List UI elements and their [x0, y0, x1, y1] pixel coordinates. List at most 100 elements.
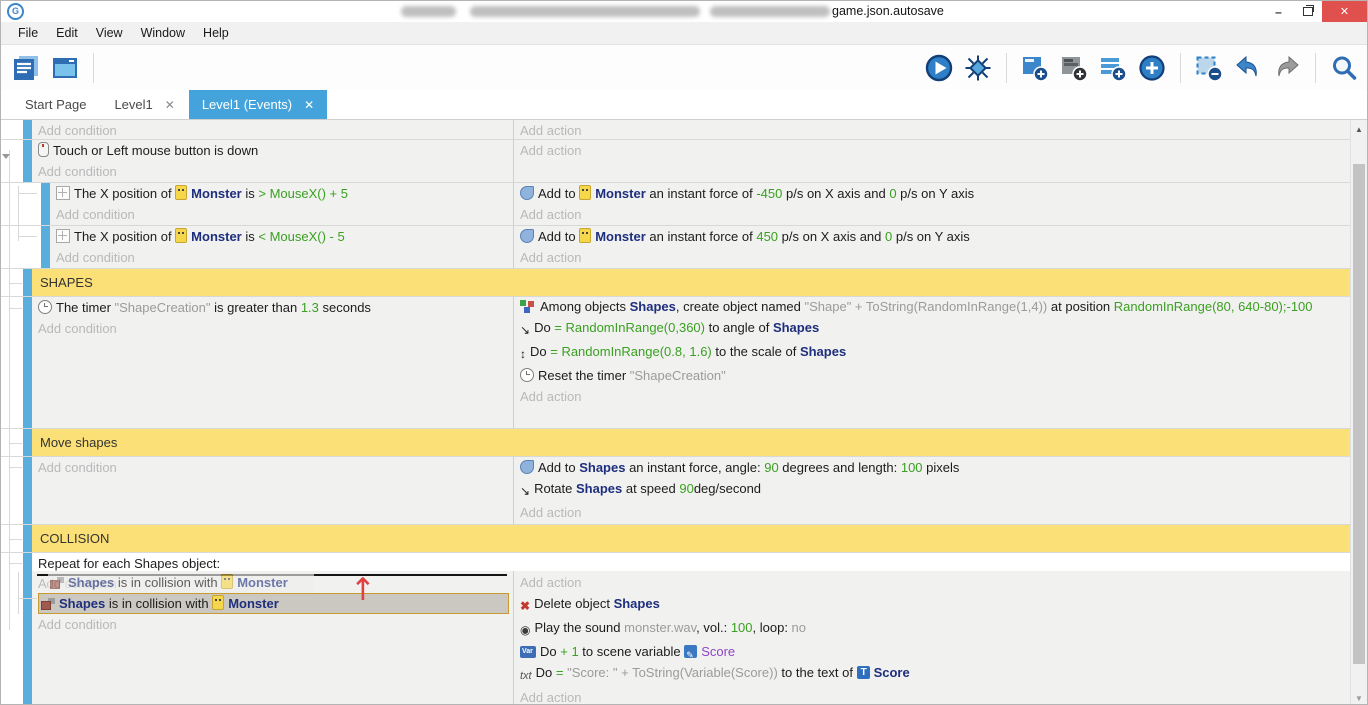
text-icon [520, 664, 532, 687]
condition-x-position-lt[interactable]: The X position of Monster is < MouseX() … [56, 226, 513, 247]
scroll-up-arrow-icon[interactable]: ▲ [1351, 122, 1367, 137]
play-icon[interactable] [924, 53, 954, 83]
event-select-handle[interactable] [23, 120, 32, 139]
menu-view[interactable]: View [87, 22, 132, 44]
add-sub-event-icon[interactable] [1059, 53, 1089, 83]
section-header-collision[interactable]: COLLISION [32, 525, 1350, 552]
condition-x-position-gt[interactable]: The X position of Monster is > MouseX() … [56, 183, 513, 204]
toolbar-separator [1315, 53, 1316, 83]
angle-icon [520, 480, 530, 502]
project-manager-icon[interactable] [11, 53, 41, 83]
event-select-handle[interactable] [23, 525, 32, 552]
section-header-shapes[interactable]: SHAPES [32, 269, 1350, 296]
add-condition-button[interactable]: Add condition [56, 247, 513, 268]
redo-icon[interactable] [1272, 53, 1302, 83]
condition-touch-mouse-down[interactable]: Touch or Left mouse button is down [38, 140, 513, 161]
add-action-button[interactable]: Add action [520, 247, 1350, 268]
section-row-collision: COLLISION [1, 525, 1350, 553]
condition-timer-shapecreation[interactable]: The timer "ShapeCreation" is greater tha… [38, 297, 513, 318]
event-row-shape-creation: The timer "ShapeCreation" is greater tha… [1, 297, 1350, 429]
condition-collision-selected[interactable]: Shapes is in collision with Monster [38, 593, 509, 614]
mouse-icon [38, 142, 49, 157]
title-bar: G game.json.autosave [1, 1, 1367, 22]
event-select-handle[interactable] [23, 297, 32, 428]
add-condition-button[interactable]: Add condition [38, 614, 513, 635]
add-condition-button[interactable]: Add condition [56, 204, 513, 225]
add-action-button[interactable]: Add action [520, 502, 1350, 523]
scroll-down-arrow-icon[interactable]: ▼ [1351, 691, 1367, 705]
add-condition-button[interactable]: Add condition [38, 457, 513, 478]
tab-close-icon[interactable] [304, 98, 314, 112]
menu-help[interactable]: Help [194, 22, 238, 44]
vertical-scrollbar[interactable]: ▲ ▼ [1350, 120, 1367, 705]
search-icon[interactable] [1329, 53, 1359, 83]
restore-button[interactable] [1293, 1, 1322, 22]
add-condition-button[interactable]: Add condition [38, 120, 513, 141]
scene-editor-icon[interactable] [50, 53, 80, 83]
create-icon [520, 300, 536, 313]
add-new-icon[interactable] [1137, 53, 1167, 83]
debug-icon[interactable] [963, 53, 993, 83]
force-icon [520, 460, 534, 474]
action-shapes-force[interactable]: Add to Shapes an instant force, angle: 9… [520, 457, 1350, 478]
repeat-header[interactable]: Repeat for each Shapes object: [32, 553, 1350, 571]
condition-collision-ghost: Shapes is in collision with Monster [48, 573, 314, 593]
section-header-move[interactable]: Move shapes [32, 429, 1350, 456]
add-action-button[interactable]: Add action [520, 687, 1350, 705]
add-comment-icon[interactable] [1098, 53, 1128, 83]
event-select-handle[interactable] [41, 226, 50, 268]
add-action-button[interactable]: Add action [520, 140, 1350, 161]
scrollbar-thumb[interactable] [1353, 164, 1365, 664]
menu-file[interactable]: File [9, 22, 47, 44]
delete-event-icon[interactable] [1194, 53, 1224, 83]
action-random-angle[interactable]: Do = RandomInRange(0,360) to angle of Sh… [520, 317, 1350, 341]
action-reset-timer[interactable]: Reset the timer "ShapeCreation" [520, 365, 1350, 386]
event-select-handle[interactable] [23, 140, 32, 182]
action-update-score-text[interactable]: Do = "Score: " + ToString(Variable(Score… [520, 662, 1350, 687]
undo-icon[interactable] [1233, 53, 1263, 83]
menu-window[interactable]: Window [132, 22, 194, 44]
tab-start-page[interactable]: Start Page [11, 90, 100, 119]
variable-icon [520, 646, 536, 658]
drag-ghost-row: Add condition Shapes is in collision wit… [38, 573, 513, 593]
section-row-shapes: SHAPES [1, 269, 1350, 297]
action-play-sound[interactable]: Play the sound monster.wav, vol.: 100, l… [520, 617, 1350, 641]
add-action-button[interactable]: Add action [520, 120, 1350, 141]
monster-icon [579, 228, 591, 243]
menu-edit[interactable]: Edit [47, 22, 87, 44]
toolbar-separator [1180, 53, 1181, 83]
event-select-handle[interactable] [41, 183, 50, 225]
action-add-force-negative[interactable]: Add to Monster an instant force of -450 … [520, 183, 1350, 204]
tab-level1-events[interactable]: Level1 (Events) [189, 90, 327, 119]
add-action-button[interactable]: Add action [520, 204, 1350, 225]
add-action-button[interactable]: Add action [520, 386, 1350, 407]
action-create-shape[interactable]: Among objects Shapes, create object name… [520, 297, 1350, 317]
tab-bar: Start Page Level1 Level1 (Events) [1, 90, 1367, 119]
minimize-button[interactable] [1264, 1, 1293, 22]
action-increment-score[interactable]: Do + 1 to scene variable Score [520, 641, 1350, 662]
add-condition-button[interactable]: Add condition [38, 318, 513, 339]
event-select-handle[interactable] [23, 457, 32, 524]
event-select-handle[interactable] [23, 553, 32, 705]
event-row-move-shapes: Add condition Add to Shapes an instant f… [1, 457, 1350, 525]
action-delete-shapes[interactable]: Delete object Shapes [520, 593, 1350, 617]
tree-gutter [1, 120, 23, 139]
event-select-handle[interactable] [23, 269, 32, 296]
action-add-force-positive[interactable]: Add to Monster an instant force of 450 p… [520, 226, 1350, 247]
add-event-icon[interactable] [1020, 53, 1050, 83]
tab-level1[interactable]: Level1 [100, 90, 188, 119]
action-random-scale[interactable]: Do = RandomInRange(0.8, 1.6) to the scal… [520, 341, 1350, 365]
event-row-touch: Touch or Left mouse button is down Add c… [1, 140, 1350, 183]
position-icon [56, 229, 70, 243]
add-action-button[interactable]: Add action [520, 573, 1350, 593]
tab-close-icon[interactable] [165, 98, 175, 112]
close-button[interactable] [1322, 1, 1367, 22]
monster-icon [175, 228, 187, 243]
timer-icon [38, 300, 52, 314]
event-select-handle[interactable] [23, 429, 32, 456]
menu-bar: File Edit View Window Help [1, 22, 1367, 45]
redacted-title-text [401, 6, 833, 17]
add-condition-button[interactable]: Add condition [38, 161, 513, 182]
toolbar-separator [93, 53, 94, 83]
action-rotate-shapes[interactable]: Rotate Shapes at speed 90deg/second [520, 478, 1350, 502]
